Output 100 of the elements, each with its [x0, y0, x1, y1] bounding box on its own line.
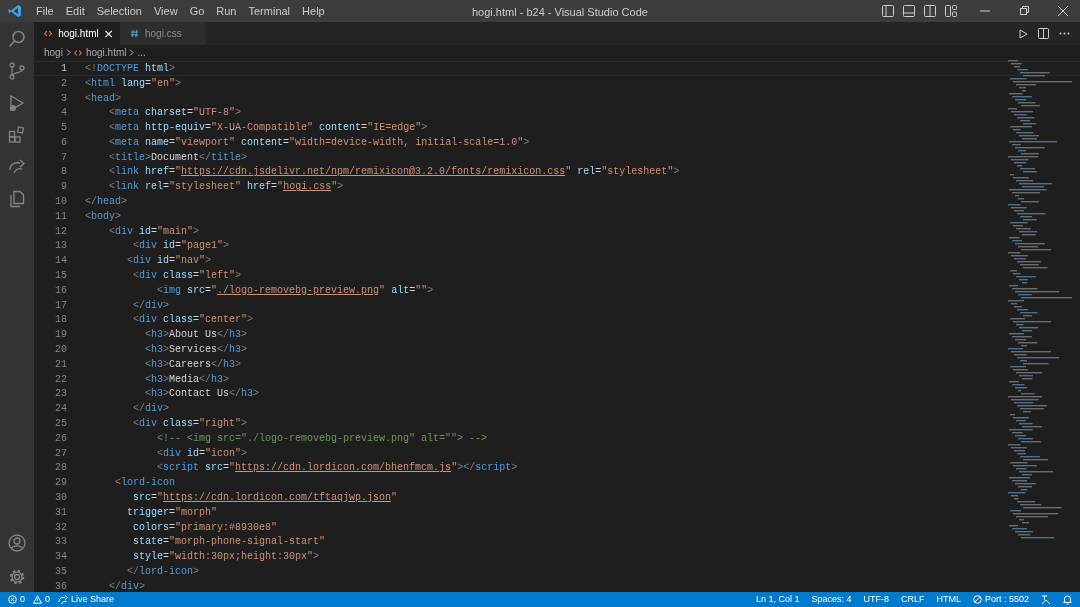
- code-line: <head>: [85, 91, 122, 106]
- code-line: <link rel="stylesheet" href="hogi.css">: [108, 180, 344, 195]
- menu-item[interactable]: File: [30, 2, 60, 20]
- code-line: <body>: [85, 209, 122, 224]
- live-share-icon: [58, 594, 69, 605]
- menu-item[interactable]: Terminal: [242, 2, 297, 20]
- status-item[interactable]: Ln 1, Col 1: [755, 592, 800, 607]
- code-line: <div class="right">: [132, 417, 248, 432]
- line-number: 36: [54, 579, 67, 594]
- line-number: 3: [60, 91, 67, 106]
- window-title: hogi.html - b24 - Visual Studio Code: [472, 5, 648, 20]
- line-number: 23: [54, 387, 67, 402]
- close-icon[interactable]: [1058, 6, 1068, 16]
- line-number: 13: [54, 239, 67, 254]
- feedback-icon[interactable]: [1041, 594, 1051, 605]
- bell-icon[interactable]: [1063, 594, 1072, 605]
- line-number: 35: [54, 565, 67, 579]
- code-line: trigger="morph": [126, 505, 218, 520]
- account-icon[interactable]: [8, 534, 26, 552]
- run-debug-icon[interactable]: [8, 94, 26, 112]
- code-line: <h3>About Us</h3>: [144, 328, 248, 343]
- line-number: 2: [60, 76, 67, 91]
- line-number: 34: [54, 550, 67, 565]
- run-icon[interactable]: [1018, 28, 1028, 39]
- status-item[interactable]: HTML: [936, 592, 961, 607]
- line-number: 1: [60, 61, 67, 76]
- code-line: </div>: [132, 402, 170, 417]
- line-number: 16: [54, 283, 67, 298]
- code-line: <h3>Careers</h3>: [144, 357, 242, 372]
- hash-icon: [130, 29, 139, 38]
- code-line: <div id="icon">: [156, 446, 248, 461]
- line-number: 32: [54, 520, 67, 535]
- code-line: <h3>Contact Us</h3>: [144, 387, 260, 402]
- extensions-icon[interactable]: [8, 126, 26, 144]
- more-icon[interactable]: [1059, 32, 1070, 35]
- split-editor-icon[interactable]: [1038, 28, 1049, 39]
- code-line: <!-- <img src="./logo-removebg-preview.png" alt=""> -->: [156, 431, 488, 446]
- line-number: 27: [54, 446, 67, 461]
- code-line: </head>: [85, 195, 128, 210]
- split-layout-icon[interactable]: [924, 5, 936, 17]
- line-number: 29: [54, 476, 67, 491]
- menu-item[interactable]: Help: [296, 2, 331, 20]
- line-number: 14: [54, 254, 67, 269]
- menu-item[interactable]: View: [147, 2, 184, 20]
- menu-item[interactable]: Go: [183, 2, 211, 20]
- line-number: 11: [54, 209, 67, 224]
- code-line: <div class="left">: [132, 269, 242, 284]
- line-number: 26: [54, 431, 67, 446]
- code-line: <html lang="en">: [85, 76, 182, 91]
- code-line: <div id="main">: [108, 224, 200, 239]
- source-control-icon[interactable]: [8, 62, 26, 80]
- layout-icon[interactable]: [945, 5, 957, 17]
- restore-icon[interactable]: [1019, 6, 1029, 16]
- live-share-icon[interactable]: [8, 158, 26, 176]
- code-line: </div>: [132, 298, 170, 313]
- status-item[interactable]: Port : 5502: [984, 592, 1029, 607]
- files-icon[interactable]: [8, 190, 26, 208]
- settings-icon[interactable]: [8, 568, 26, 586]
- search-icon[interactable]: [8, 30, 26, 48]
- panel-toggle-icon[interactable]: [903, 5, 915, 17]
- menu-item[interactable]: Selection: [90, 2, 148, 20]
- line-number: 4: [60, 106, 67, 121]
- code-line: <lord-icon: [114, 476, 176, 491]
- code-line: src="https://cdn.lordicon.com/tftaqjwp.json": [132, 491, 398, 505]
- line-number: 33: [54, 535, 67, 550]
- code-line: <meta http-equiv="X-UA-Compatible" content="IE=edge">: [108, 121, 428, 136]
- status-item[interactable]: Spaces: 4: [811, 592, 852, 607]
- sidebar-toggle-icon[interactable]: [882, 5, 894, 17]
- code-file-icon: [44, 29, 53, 38]
- line-number: 19: [54, 328, 67, 343]
- code-line: <div id="page1">: [132, 239, 230, 254]
- code-line: <h3>Media</h3>: [144, 372, 230, 387]
- status-item[interactable]: 0: [45, 592, 51, 607]
- status-item[interactable]: UTF-8: [863, 592, 889, 607]
- line-number: 25: [54, 417, 67, 432]
- breadcrumb-item[interactable]: hogi.html: [85, 45, 127, 60]
- code-line: </div>: [108, 579, 146, 594]
- status-item[interactable]: CRLF: [900, 592, 925, 607]
- line-number: 28: [54, 461, 67, 476]
- editor-tab[interactable]: hogi.css: [120, 22, 206, 45]
- status-item[interactable]: Live Share: [71, 592, 115, 607]
- line-number: 21: [54, 357, 67, 372]
- line-number: 10: [54, 195, 67, 210]
- line-number: 8: [60, 165, 67, 180]
- code-line: <meta charset="UTF-8">: [108, 106, 242, 121]
- code-line: state="morph-phone-signal-start": [132, 535, 326, 550]
- app-logo-icon: [8, 4, 22, 18]
- editor-tab[interactable]: hogi.html: [34, 22, 120, 45]
- code-line: </lord-icon>: [126, 565, 200, 579]
- line-number: 31: [54, 505, 67, 520]
- status-item[interactable]: 0: [20, 592, 25, 607]
- breadcrumb-item[interactable]: hogi: [44, 45, 63, 60]
- error-icon: [8, 595, 17, 604]
- menu-item[interactable]: Run: [210, 2, 243, 20]
- menu-item[interactable]: Edit: [59, 2, 91, 20]
- line-number: 18: [54, 313, 67, 328]
- breadcrumb-item[interactable]: ...: [137, 45, 146, 60]
- code-line: <h3>Services</h3>: [144, 343, 248, 358]
- line-number: 7: [60, 150, 67, 165]
- line-number: 22: [54, 372, 67, 387]
